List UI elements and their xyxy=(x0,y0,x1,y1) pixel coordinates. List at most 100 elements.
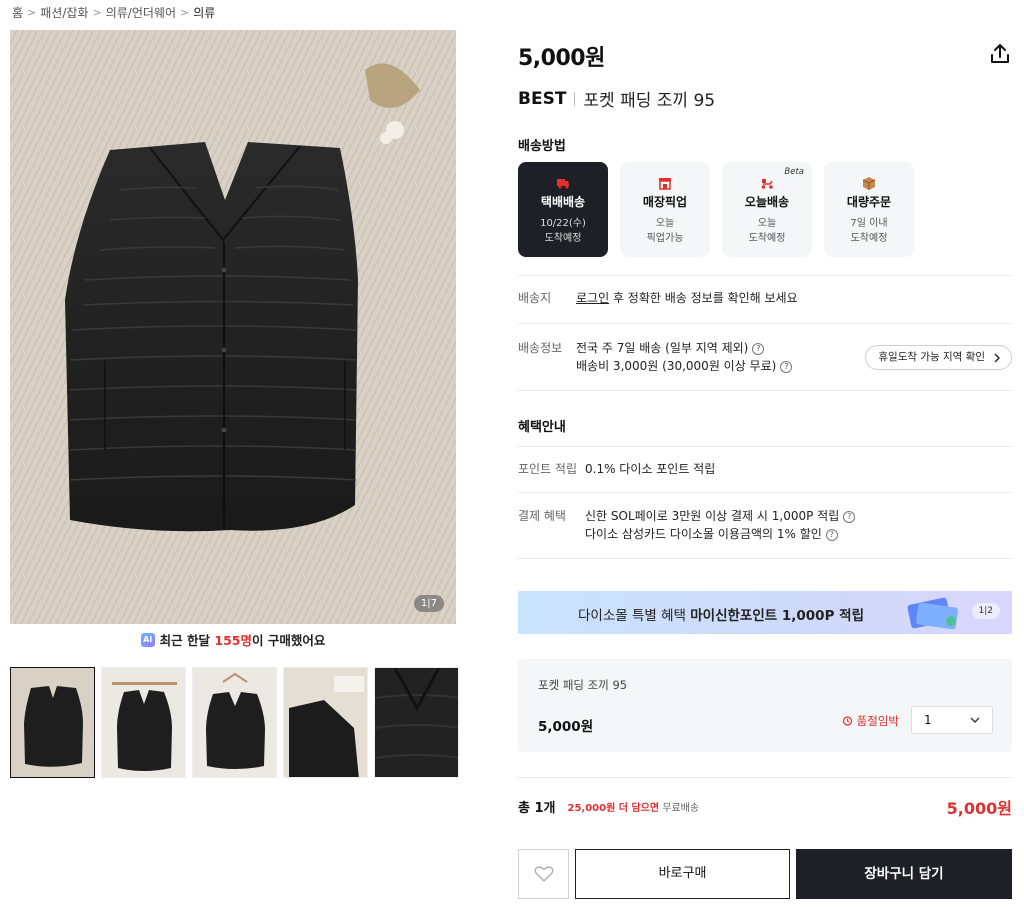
shipping-option-label: 매장픽업 xyxy=(642,195,688,209)
divider xyxy=(518,390,1012,391)
quantity-value: 1 xyxy=(924,713,932,727)
selected-option-price: 5,000원 xyxy=(538,719,594,735)
shipping-option-status: 픽업가능 xyxy=(646,233,684,244)
destination-label: 배송지 xyxy=(518,291,552,305)
chevron-right-icon: > xyxy=(180,6,190,19)
chevron-right-icon: > xyxy=(92,6,102,19)
shipping-info-label: 배송정보 xyxy=(518,341,563,355)
chevron-right-icon: > xyxy=(27,6,37,19)
shipping-option-label: 오늘배송 xyxy=(744,195,790,209)
divider xyxy=(518,558,1012,559)
product-price: 5,000원 xyxy=(518,46,605,71)
ai-icon: AI xyxy=(140,632,155,647)
point-row: 포인트 적립 0.1% 다이소 포인트 적립 xyxy=(518,460,715,478)
breadcrumb-clothing-underwear[interactable]: 의류/언더웨어 xyxy=(106,4,176,21)
breadcrumb-home[interactable]: 홈 xyxy=(12,4,23,21)
promo-banner-text: 다이소몰 특별 혜택 마이신한포인트 1,000P 적립 xyxy=(578,608,865,624)
shipping-option-status: 도착예정 xyxy=(850,233,888,244)
free-shipping-hint: 25,000원 더 담으면 무료배송 xyxy=(567,803,700,814)
shipping-info-line2: 배송비 3,000원 (30,000원 이상 무료) xyxy=(576,359,777,373)
shipping-info-row: 배송정보 전국 주 7일 배송 (일부 지역 제외)? 배송비 3,000원 (… xyxy=(518,339,793,375)
payment-benefit-row: 결제 혜택 신한 SOL페이로 3만원 이상 결제 시 1,000P 적립? 다… xyxy=(518,507,856,543)
thumbnail-5[interactable] xyxy=(374,667,459,778)
share-button[interactable] xyxy=(988,42,1012,66)
thumbnail-3[interactable] xyxy=(192,667,277,778)
card-icon xyxy=(907,597,958,630)
image-counter: 1|7 xyxy=(413,595,444,612)
help-icon[interactable]: ? xyxy=(752,342,765,355)
help-icon[interactable]: ? xyxy=(843,510,856,523)
total-price: 5,000원 xyxy=(946,799,1012,818)
shipping-section-title: 배송방법 xyxy=(518,139,566,154)
purchase-count: 155명 xyxy=(214,633,252,648)
point-value: 0.1% 다이소 포인트 적립 xyxy=(585,462,716,476)
main-product-image[interactable]: 1|7 xyxy=(10,30,456,624)
alarm-clock-icon xyxy=(842,716,853,726)
shipping-option-label: 대량주문 xyxy=(846,195,892,209)
divider xyxy=(518,323,1012,324)
truck-icon xyxy=(557,179,569,189)
product-name: 포켓 패딩 조끼 95 xyxy=(583,91,716,111)
selected-option-box: 포켓 패딩 조끼 95 5,000원 품절임박 1 xyxy=(518,659,1012,752)
holiday-delivery-button[interactable]: 휴일도착 가능 지역 확인 xyxy=(865,345,1012,370)
thumbnail-2[interactable] xyxy=(101,667,186,778)
divider xyxy=(518,446,1012,447)
shipping-option-status: 도착예정 xyxy=(544,233,582,244)
shipping-option-label: 택배배송 xyxy=(540,195,586,209)
divider xyxy=(518,275,1012,276)
chevron-down-icon xyxy=(970,717,980,723)
low-stock-badge: 품절임박 xyxy=(842,713,899,729)
thumbnail-1[interactable] xyxy=(10,667,95,778)
shipping-option-bulk[interactable]: 대량주문 7일 이내 도착예정 xyxy=(824,162,914,257)
point-label: 포인트 적립 xyxy=(518,462,578,476)
payment-benefit-label: 결제 혜택 xyxy=(518,509,566,523)
shipping-options: 택배배송 10/22(수) 도착예정 매장픽업 오늘 픽업가능 Beta 오늘배… xyxy=(518,162,914,257)
shipping-option-date: 오늘 xyxy=(655,218,675,229)
chevron-right-icon xyxy=(994,353,1000,362)
destination-text: 후 정확한 배송 정보를 확인해 보세요 xyxy=(609,291,798,305)
quantity-select[interactable]: 1 xyxy=(911,706,993,734)
heart-icon xyxy=(534,866,553,882)
payment-benefit-line2: 다이소 삼성카드 다이소몰 이용금액의 1% 할인 xyxy=(585,527,822,541)
shipping-option-parcel[interactable]: 택배배송 10/22(수) 도착예정 xyxy=(518,162,608,257)
shipping-option-status: 도착예정 xyxy=(748,233,786,244)
buy-now-button[interactable]: 바로구매 xyxy=(575,849,790,899)
shipping-info-line1: 전국 주 7일 배송 (일부 지역 제외) xyxy=(576,341,749,355)
add-to-cart-button[interactable]: 장바구니 담기 xyxy=(796,849,1012,899)
shipping-option-date: 10/22(수) xyxy=(540,218,586,229)
best-badge: BEST xyxy=(518,88,567,109)
scooter-icon xyxy=(761,179,773,189)
box-icon xyxy=(862,177,876,190)
shipping-option-date: 7일 이내 xyxy=(850,218,888,229)
help-icon[interactable]: ? xyxy=(780,360,793,373)
shipping-destination-row: 배송지 로그인 후 정확한 배송 정보를 확인해 보세요 xyxy=(518,289,798,307)
benefits-section-title: 혜택안내 xyxy=(518,420,566,435)
thumbnail-strip xyxy=(10,667,459,778)
promo-banner[interactable]: 다이소몰 특별 혜택 마이신한포인트 1,000P 적립 1|2 xyxy=(518,591,1012,634)
shipping-option-today[interactable]: Beta 오늘배송 오늘 도착예정 xyxy=(722,162,812,257)
divider xyxy=(518,492,1012,493)
share-icon xyxy=(991,44,1009,63)
store-icon xyxy=(659,178,671,190)
divider xyxy=(518,777,1012,778)
breadcrumb-fashion[interactable]: 패션/잡화 xyxy=(40,4,88,21)
purchase-notice: AI 최근 한달 155명이 구매했어요 xyxy=(0,630,466,649)
title-divider xyxy=(574,91,576,106)
holiday-delivery-label: 휴일도착 가능 지역 확인 xyxy=(878,351,985,363)
banner-counter: 1|2 xyxy=(971,603,1000,619)
vest-photo xyxy=(10,30,456,624)
thumbnail-4[interactable] xyxy=(283,667,368,778)
purchase-notice-prefix: 최근 한달 xyxy=(159,633,215,648)
total-row: 총 1개 25,000원 더 담으면 무료배송 5,000원 xyxy=(518,797,1012,818)
beta-tag: Beta xyxy=(784,167,804,177)
help-icon[interactable]: ? xyxy=(825,528,838,541)
shipping-option-store-pickup[interactable]: 매장픽업 오늘 픽업가능 xyxy=(620,162,710,257)
purchase-notice-suffix: 이 구매했어요 xyxy=(251,633,326,648)
breadcrumb-clothing[interactable]: 의류 xyxy=(193,4,215,21)
login-link[interactable]: 로그인 xyxy=(576,291,609,305)
breadcrumb: 홈 > 패션/잡화 > 의류/언더웨어 > 의류 xyxy=(12,4,215,21)
payment-benefit-line1: 신한 SOL페이로 3만원 이상 결제 시 1,000P 적립 xyxy=(585,509,840,523)
total-count: 총 1개 xyxy=(518,801,556,816)
selected-option-name: 포켓 패딩 조끼 95 xyxy=(538,678,628,692)
wishlist-button[interactable] xyxy=(518,849,569,899)
